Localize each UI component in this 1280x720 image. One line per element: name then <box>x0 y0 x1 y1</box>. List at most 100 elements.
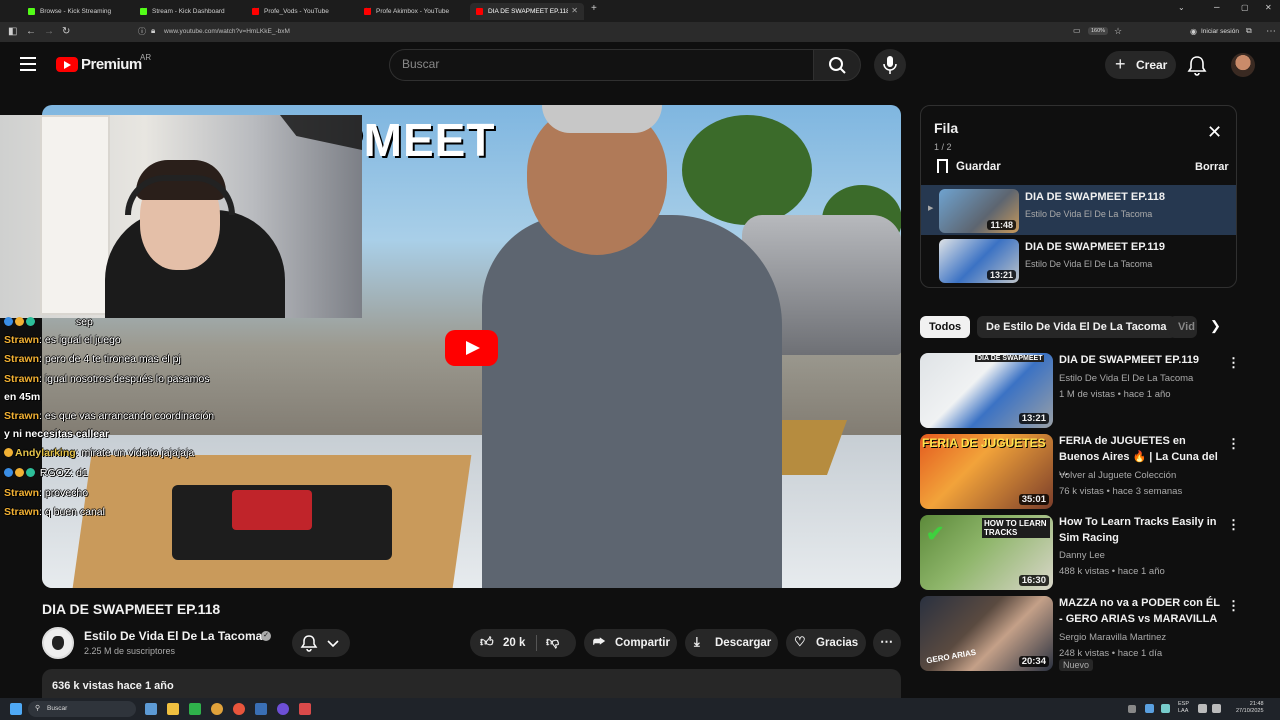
create-button[interactable]: + Crear <box>1105 51 1176 79</box>
task-view-icon[interactable] <box>145 703 157 715</box>
search-button[interactable] <box>813 49 861 81</box>
zoom-level[interactable]: 160% <box>1088 27 1109 35</box>
firefox-icon[interactable] <box>233 703 245 715</box>
back-icon[interactable]: ← <box>26 26 36 37</box>
chat-text: : es que vas arrancando coordinación <box>39 410 215 422</box>
recommendation-item[interactable]: FERIA DE JUGUETES 35:01 FERIA de JUGUETE… <box>920 434 1240 510</box>
chip-videos[interactable]: Vid <box>1169 316 1197 338</box>
reader-icon[interactable]: ▭ <box>1073 26 1081 35</box>
forward-icon[interactable]: → <box>44 26 54 37</box>
save-queue-button[interactable]: Guardar <box>937 159 1001 173</box>
chevron-down-icon[interactable]: ⌄ <box>1178 3 1185 12</box>
more-vert-icon[interactable]: ⋮ <box>1227 517 1240 533</box>
wifi-icon[interactable] <box>1198 704 1207 713</box>
clear-queue-button[interactable]: Borrar <box>1195 161 1229 173</box>
recommendation-title: MAZZA no va a PODER con ÉL - GERO ARIAS … <box>1059 597 1220 625</box>
file-explorer-icon[interactable] <box>167 703 179 715</box>
recommendation-item[interactable]: GERO ARIAS 20:34 MAZZA no va a PODER con… <box>920 596 1240 672</box>
channel-avatar[interactable] <box>42 627 74 659</box>
like-count[interactable]: 20 k <box>503 637 525 649</box>
chip-all[interactable]: Todos <box>920 316 971 338</box>
avatar[interactable] <box>1231 53 1255 77</box>
queue-item-channel: Estilo De Vida El De La Tacoma <box>1025 209 1153 219</box>
chat-text: en 45m <box>4 391 41 403</box>
window-close-icon[interactable]: ✕ <box>1265 3 1272 12</box>
jack-label <box>232 490 312 530</box>
steam-icon[interactable] <box>255 703 267 715</box>
duration: 20:34 <box>1018 656 1049 667</box>
extensions-icon[interactable]: ⧉ <box>1246 26 1252 36</box>
duration: 13:21 <box>986 270 1016 280</box>
more-actions-button[interactable]: ⋯ <box>873 629 901 657</box>
tray-icon[interactable] <box>1161 704 1170 713</box>
share-button[interactable]: ⮫ Compartir <box>584 629 677 657</box>
thumbs-down-icon[interactable]: 👎︎ <box>546 634 559 650</box>
chip-channel[interactable]: De Estilo De Vida El De La Tacoma <box>977 316 1176 338</box>
hexagon-frame <box>280 115 362 150</box>
language-indicator[interactable]: ESP LAA <box>1178 701 1189 715</box>
minimize-icon[interactable]: – <box>1214 2 1220 13</box>
taskbar-search-label: Buscar <box>47 705 68 712</box>
taskbar-search[interactable]: ⚲ Buscar <box>28 701 136 717</box>
clock[interactable]: 21:48 27/10/2025 <box>1236 701 1264 715</box>
volume-icon[interactable] <box>1212 704 1221 713</box>
badge-icon <box>26 317 35 326</box>
recommendation-item[interactable]: HOW TO LEARN TRACKS ✔ 16:30 How To Learn… <box>920 515 1240 591</box>
lock-icon: 🔒︎ <box>151 26 156 35</box>
thanks-button[interactable]: ♡ Gracias <box>786 629 866 657</box>
maximize-icon[interactable]: ▢ <box>1241 3 1249 12</box>
tray-icon[interactable] <box>1145 704 1154 713</box>
recommendation-item[interactable]: DIA DE SWAPMEET 13:21 DIA DE SWAPMEET EP… <box>920 353 1240 429</box>
recommendation-channel[interactable]: Volver al Juguete Colección <box>1059 470 1176 481</box>
play-button-icon[interactable] <box>445 330 498 366</box>
search-input[interactable] <box>402 57 782 71</box>
recommendation-channel[interactable]: Estilo De Vida El De La Tacoma <box>1059 373 1193 384</box>
bell-icon <box>300 635 339 652</box>
chrome-icon[interactable] <box>211 703 223 715</box>
plus-icon: + <box>1115 54 1126 74</box>
more-icon[interactable]: ⋯ <box>1266 26 1276 37</box>
tray-chevron-icon[interactable] <box>1128 705 1136 713</box>
chat-user: Strawn <box>4 334 40 346</box>
chat-user: Strawn <box>4 506 40 518</box>
info-icon[interactable]: ⓘ <box>138 26 146 37</box>
queue-item[interactable]: ▶ 11:48 DIA DE SWAPMEET EP.118 Estilo De… <box>921 185 1236 235</box>
sidebar-icon[interactable]: ◧ <box>8 26 17 37</box>
chevron-right-icon[interactable]: ❯ <box>1210 318 1221 334</box>
url-field[interactable]: www.youtube.com/watch?v=HmLKkE_-bxM <box>164 28 290 35</box>
taskbar: ⚲ Buscar ESP LAA 21:48 27/10/2025 <box>0 698 1280 720</box>
subscription-bell-button[interactable] <box>292 629 350 657</box>
queue-item[interactable]: 13:21 DIA DE SWAPMEET EP.119 Estilo De V… <box>921 235 1236 285</box>
star-icon[interactable]: ☆ <box>1114 26 1122 37</box>
verified-icon: ✓ <box>261 631 271 641</box>
menu-icon[interactable] <box>20 57 36 75</box>
keyboard-layout: LAA <box>1178 708 1189 714</box>
reload-icon[interactable]: ↻ <box>62 26 70 37</box>
recommendation-meta: 76 k vistas • hace 3 semanas <box>1059 486 1183 497</box>
browser-tab-active[interactable]: DIA DE SWAPMEET EP.118 - Yo ✕ <box>470 3 584 20</box>
youtube-header: Premium AR + Crear <box>0 42 1280 88</box>
download-label: Descargar <box>715 637 772 649</box>
youtube-play-icon <box>56 57 78 72</box>
windows-start-icon[interactable] <box>10 703 22 715</box>
share-icon: ⮫ <box>593 634 606 649</box>
signin-button[interactable]: Iniciar sesión <box>1201 28 1239 35</box>
recommendation-channel[interactable]: Sergio Maravilla Martinez <box>1059 632 1166 643</box>
more-vert-icon[interactable]: ⋮ <box>1227 598 1240 614</box>
chat-text: sep <box>75 316 93 328</box>
voice-search-button[interactable] <box>874 49 906 81</box>
close-icon[interactable]: ✕ <box>1207 122 1222 143</box>
thumbs-up-icon[interactable]: 👍︎ <box>480 634 494 650</box>
thumbnail-text: GERO ARIAS <box>925 647 977 666</box>
xbox-icon[interactable] <box>189 703 201 715</box>
app-icon[interactable] <box>299 703 311 715</box>
close-icon[interactable]: ✕ <box>571 6 578 15</box>
notifications-bell-icon[interactable] <box>1186 54 1208 76</box>
new-tab-icon[interactable]: + <box>591 3 597 14</box>
more-vert-icon[interactable]: ⋮ <box>1227 355 1240 371</box>
obs-icon[interactable] <box>277 703 289 715</box>
recommendation-channel[interactable]: Danny Lee <box>1059 550 1105 561</box>
more-vert-icon[interactable]: ⋮ <box>1227 436 1240 452</box>
channel-name[interactable]: Estilo De Vida El De La Tacoma <box>84 629 262 643</box>
download-button[interactable]: ⤓ Descargar <box>685 629 778 657</box>
